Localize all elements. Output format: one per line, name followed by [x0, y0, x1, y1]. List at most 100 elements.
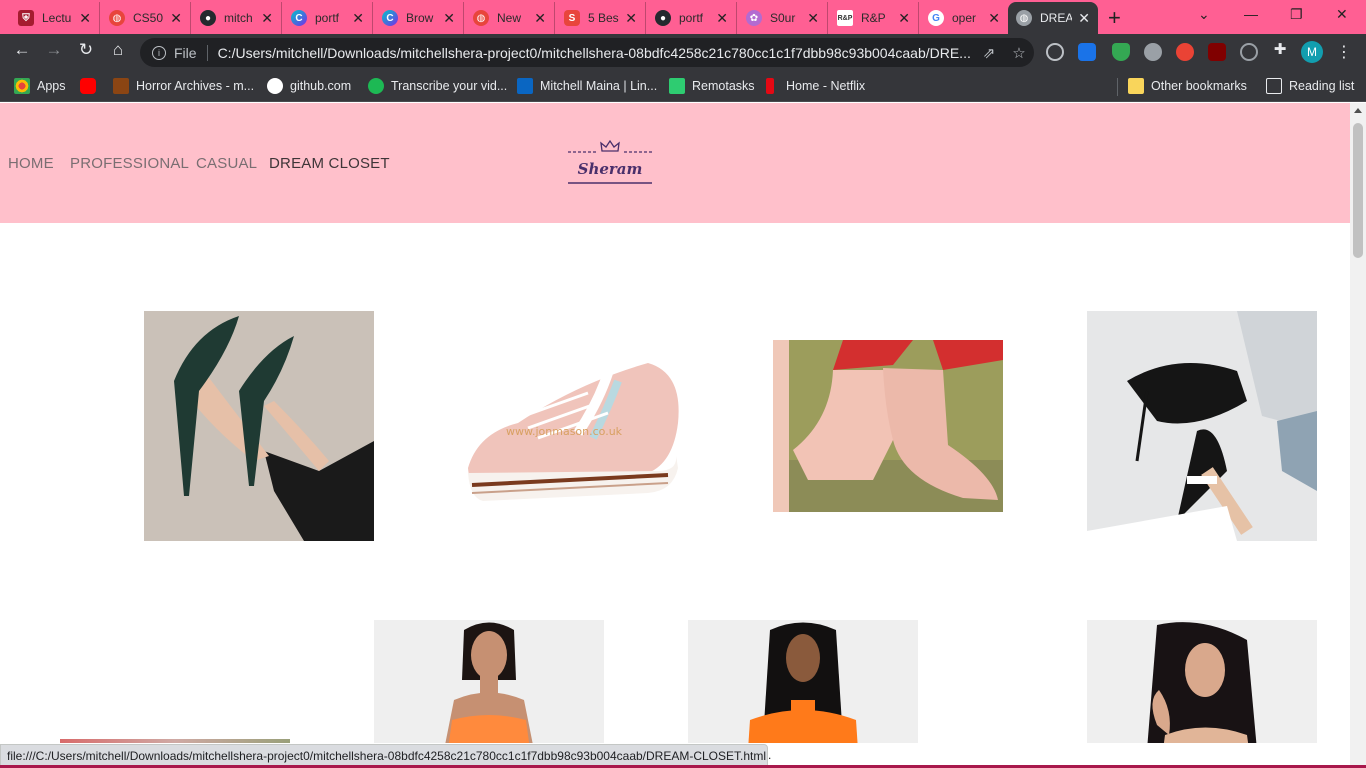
apps-grid-icon: [14, 78, 30, 94]
s-logo-icon: S: [564, 10, 580, 26]
tab-title: CS50: [133, 11, 164, 25]
extension-bolt-icon[interactable]: [1078, 43, 1096, 61]
back-arrow-icon[interactable]: ←: [10, 40, 34, 60]
bookmark-label: Other bookmarks: [1151, 79, 1247, 93]
sheram-logo[interactable]: Sheram: [566, 139, 654, 185]
browser-tab[interactable]: G oper ✕: [920, 2, 1008, 34]
reading-list-button[interactable]: Reading list: [1266, 76, 1354, 96]
close-tab-icon[interactable]: ✕: [79, 10, 91, 27]
close-tab-icon[interactable]: ✕: [988, 10, 1000, 27]
browser-tab-active[interactable]: ◍ DREA ✕: [1008, 2, 1098, 34]
tab-title: DREA: [1040, 11, 1073, 25]
dark-green-stiletto-heels-image[interactable]: [144, 311, 374, 541]
partial-product-image[interactable]: [60, 739, 290, 743]
scrollbar-thumb[interactable]: [1353, 123, 1363, 258]
close-tab-icon[interactable]: ✕: [443, 10, 455, 27]
share-icon[interactable]: ⇗: [974, 44, 1004, 62]
info-icon[interactable]: i: [152, 45, 166, 60]
web-page-viewport: HOME PROFESSIONAL CASUAL DREAM CLOSET Sh…: [0, 103, 1350, 743]
nav-professional-link[interactable]: PROFESSIONAL: [70, 155, 189, 172]
github-icon: [267, 78, 283, 94]
fi-icon: [368, 78, 384, 94]
bookmark-transcribe[interactable]: Transcribe your vid...: [368, 76, 507, 96]
browser-tab[interactable]: ● mitch ✕: [192, 2, 282, 34]
address-bar[interactable]: i File C:/Users/mitchell/Downloads/mitch…: [140, 38, 1034, 67]
close-tab-icon[interactable]: ✕: [898, 10, 910, 27]
forward-arrow-icon[interactable]: →: [42, 40, 66, 60]
bookmark-label: github.com: [290, 79, 352, 93]
close-tab-icon[interactable]: ✕: [352, 10, 364, 27]
bookmark-apps[interactable]: Apps: [14, 76, 66, 96]
close-tab-icon[interactable]: ✕: [261, 10, 273, 27]
restore-button[interactable]: ❐: [1290, 6, 1303, 23]
omnibox-divider: [206, 44, 208, 61]
bookmark-label: Home - Netflix: [786, 79, 866, 93]
extension-shield-icon[interactable]: [1112, 43, 1130, 61]
close-tab-icon[interactable]: ✕: [807, 10, 819, 27]
other-bookmarks-folder[interactable]: Other bookmarks: [1128, 76, 1247, 96]
bookmark-star-icon[interactable]: ☆: [1004, 44, 1034, 62]
site-navbar: HOME PROFESSIONAL CASUAL DREAM CLOSET Sh…: [0, 103, 1350, 223]
pink-platform-sneaker-image[interactable]: www.jonmason.co.uk: [458, 343, 688, 513]
model-orange-mockneck-illustration: [688, 620, 918, 743]
nude-dress-model-image[interactable]: [1087, 620, 1317, 743]
pink-suede-ankle-boots-image[interactable]: [773, 340, 1003, 512]
browser-tab[interactable]: ✿ S0ur ✕: [738, 2, 828, 34]
extensions-puzzle-icon[interactable]: ✚: [1268, 40, 1292, 58]
minimize-button[interactable]: —: [1244, 6, 1258, 22]
black-mule-heels-image[interactable]: [1087, 311, 1317, 541]
browser-tab[interactable]: C portf ✕: [283, 2, 373, 34]
browser-tab[interactable]: ● portf ✕: [647, 2, 737, 34]
new-tab-button[interactable]: +: [1108, 5, 1121, 31]
close-tab-icon[interactable]: ✕: [716, 10, 728, 27]
bookmark-github[interactable]: github.com: [267, 76, 351, 96]
youtube-icon: [80, 78, 96, 94]
ublock-icon[interactable]: [1208, 43, 1226, 61]
url-text[interactable]: C:/Users/mitchell/Downloads/mitchellsher…: [218, 45, 974, 61]
mule-heels-illustration: [1087, 311, 1317, 541]
browser-tab-strip: ⛨ Lectu ✕ ◍ CS50 ✕ ● mitch ✕ C portf ✕ C…: [0, 0, 1366, 34]
tab-search-icon[interactable]: ⌄: [1198, 6, 1210, 23]
menu-kebab-icon[interactable]: ⋮: [1336, 42, 1352, 62]
close-window-button[interactable]: ✕: [1336, 6, 1348, 23]
close-tab-icon[interactable]: ✕: [170, 10, 182, 27]
nav-casual-link[interactable]: CASUAL: [196, 155, 257, 172]
bookmark-netflix[interactable]: Home - Netflix: [766, 76, 865, 96]
bookmark-label: Reading list: [1289, 79, 1355, 93]
browser-toolbar: ← → ↻ ⌂ i File C:/Users/mitchell/Downloa…: [0, 34, 1366, 70]
orange-mock-neck-dress-image[interactable]: [688, 620, 918, 743]
scroll-up-arrow-icon[interactable]: [1354, 108, 1362, 113]
remotasks-icon: [669, 78, 685, 94]
close-tab-icon[interactable]: ✕: [534, 10, 546, 27]
home-icon[interactable]: ⌂: [106, 40, 130, 60]
nav-dream-closet-link[interactable]: DREAM CLOSET: [269, 155, 390, 172]
close-tab-icon[interactable]: ✕: [625, 10, 637, 27]
reload-icon[interactable]: ↻: [74, 40, 98, 60]
extension-circle-icon[interactable]: [1144, 43, 1162, 61]
bookmark-linkedin[interactable]: Mitchell Maina | Lin...: [517, 76, 657, 96]
profile-avatar[interactable]: M: [1301, 41, 1323, 63]
google-icon: G: [928, 10, 944, 26]
bookmark-remotasks[interactable]: Remotasks: [669, 76, 755, 96]
browser-tab[interactable]: S 5 Bes ✕: [556, 2, 646, 34]
bookmark-label: Mitchell Maina | Lin...: [540, 79, 658, 93]
logo-text: Sheram: [577, 160, 643, 178]
browser-tab[interactable]: ◍ CS50 ✕: [101, 2, 191, 34]
boots-illustration: [773, 340, 1003, 512]
orange-satin-dress-image[interactable]: [374, 620, 604, 743]
bookmark-horror-archives[interactable]: Horror Archives - m...: [113, 76, 254, 96]
browser-tab[interactable]: R&P R&P ✕: [829, 2, 919, 34]
extension-sync-icon[interactable]: [1046, 43, 1064, 61]
extension-target-icon[interactable]: [1240, 43, 1258, 61]
page-scrollbar[interactable]: [1350, 103, 1366, 768]
url-scheme-label: File: [174, 44, 197, 61]
browser-tab[interactable]: C Brow ✕: [374, 2, 464, 34]
canva-icon: C: [382, 10, 398, 26]
bookmark-youtube[interactable]: [80, 76, 103, 96]
bookmark-label: Apps: [37, 79, 66, 93]
browser-tab[interactable]: ◍ New ✕: [465, 2, 555, 34]
browser-tab[interactable]: ⛨ Lectu ✕: [10, 2, 100, 34]
close-tab-icon[interactable]: ✕: [1078, 10, 1090, 27]
nav-home-link[interactable]: HOME: [8, 155, 54, 172]
extension-stop-hand-icon[interactable]: [1176, 43, 1194, 61]
